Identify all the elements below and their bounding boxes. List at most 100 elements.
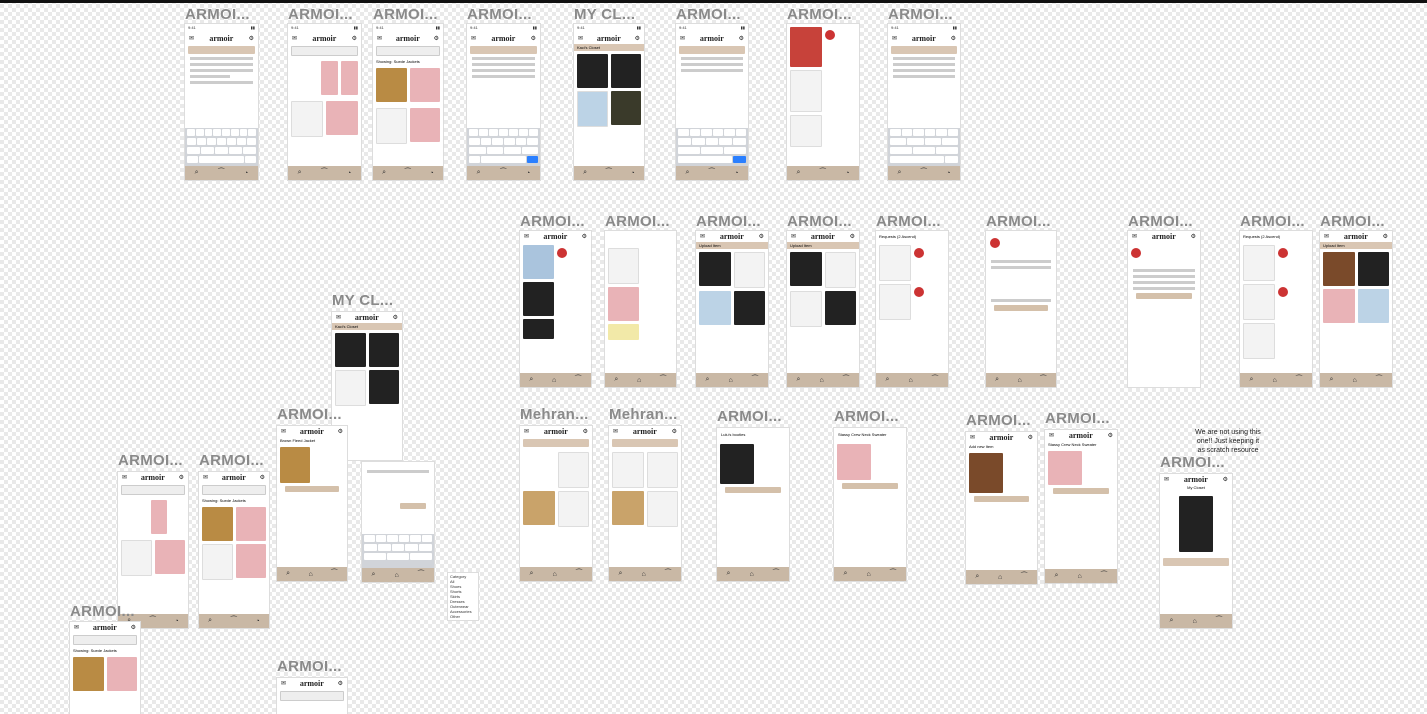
closet-icon[interactable]: ⌂ xyxy=(998,574,1002,581)
search-icon[interactable]: ⌕ xyxy=(898,169,902,177)
search-icon[interactable]: ⌕ xyxy=(1055,572,1059,580)
hanger-icon[interactable]: ⏜ xyxy=(773,570,780,578)
hanger-icon[interactable]: ⏜ xyxy=(321,169,328,177)
hanger-icon[interactable]: ⏜ xyxy=(708,169,715,177)
search-icon[interactable]: ⌕ xyxy=(1170,617,1174,625)
search-icon[interactable]: ⌕ xyxy=(686,169,690,177)
search-icon[interactable]: ⌕ xyxy=(797,169,801,177)
closet-icon[interactable]: ⌂ xyxy=(1352,377,1356,384)
frame-label[interactable]: ARMOI... xyxy=(676,6,741,23)
closet-icon[interactable]: ⌂ xyxy=(308,571,312,578)
bell-icon[interactable]: ◔ xyxy=(244,170,248,177)
request-keyboard-screen[interactable]: ⌕ ⌂ ⏜ xyxy=(362,462,434,582)
frame-label[interactable]: ARMOI... xyxy=(717,408,782,425)
item-detail-screen-2[interactable]: Stassy Crew Neck Sweater ⌕ ⌂ ⏜ xyxy=(834,428,906,581)
closet-icon[interactable]: ⌂ xyxy=(552,377,556,384)
hanger-icon[interactable]: ⏜ xyxy=(230,617,237,625)
frame-label[interactable]: ARMOI... xyxy=(373,6,438,23)
profile-settings-screen-3[interactable]: 9:41 ▮▮ ✉ armoir ⚙ ⌕ ⏜ ◔ xyxy=(676,24,748,180)
bell-icon[interactable]: ◔ xyxy=(526,170,530,177)
bell-icon[interactable]: ◔ xyxy=(175,618,179,625)
add-item-screen[interactable]: ✉ armoir ⚙ Add new Item ⌕ ⌂ ⏜ xyxy=(966,432,1037,584)
hanger-icon[interactable]: ⏜ xyxy=(660,376,667,384)
frame-label[interactable]: ARMOI... xyxy=(467,6,532,23)
requests-screen-2[interactable]: Requests (2 Ascend) ⌕ ⌂ ⏜ xyxy=(1240,231,1312,387)
frame-label[interactable]: MY CL... xyxy=(574,6,635,23)
hanger-icon[interactable]: ⏜ xyxy=(819,169,826,177)
frame-label[interactable]: ARMOI... xyxy=(199,452,264,469)
search-category-screen[interactable]: 9:41 ▮▮ ✉ armoir ⚙ ⌕ ⏜ ◔ xyxy=(288,24,361,180)
bell-icon[interactable]: ◔ xyxy=(845,170,849,177)
bell-icon[interactable]: ◔ xyxy=(734,170,738,177)
bell-icon[interactable]: ◔ xyxy=(631,170,635,177)
closet-icon[interactable]: ⌂ xyxy=(728,377,732,384)
calendar-screen[interactable]: ✉ armoir ⚙ xyxy=(1128,231,1200,387)
frame-label[interactable]: ARMOI... xyxy=(834,408,899,425)
user-profile-screen-2[interactable]: ✉ armoir ⚙ ⌕ ⌂ ⏜ xyxy=(609,426,681,581)
closet-icon[interactable]: ⌂ xyxy=(908,377,912,384)
hanger-icon[interactable]: ⏜ xyxy=(500,169,507,177)
my-closet-scratch-screen[interactable]: ✉ armoir ⚙ My Closet ⌕ ⌂ ⏜ xyxy=(1160,474,1232,628)
closet-icon[interactable]: ⌂ xyxy=(819,377,823,384)
message-screen[interactable]: ⌕ ⌂ ⏜ xyxy=(986,231,1056,387)
hanger-icon[interactable]: ⏜ xyxy=(932,376,939,384)
frame-label[interactable]: ARMOI... xyxy=(1128,213,1193,230)
hanger-icon[interactable]: ⏜ xyxy=(890,570,897,578)
search-icon[interactable]: ⌕ xyxy=(372,571,376,579)
search-screen-bottom-2[interactable]: ✉ armoir ⚙ xyxy=(277,678,347,714)
search-icon[interactable]: ⌕ xyxy=(195,169,199,177)
bottom-nav[interactable]: ⌕ ⏜ ◔ xyxy=(185,166,258,180)
frame-label[interactable]: ARMOI... xyxy=(787,6,852,23)
search-icon[interactable]: ⌕ xyxy=(1330,376,1334,384)
profile-settings-screen-4[interactable]: 9:41 ▮▮ ✉ armoir ⚙ ⌕ ⏜ ◔ xyxy=(888,24,960,180)
purchase-online-button[interactable] xyxy=(842,483,898,489)
suede-jackets-screen[interactable]: 9:41 ▮▮ ✉ armoir ⚙ Showing: Suede Jackets ⌕… xyxy=(373,24,443,180)
closet-icon[interactable]: ⌂ xyxy=(552,571,556,578)
frame-label[interactable]: Mehran... xyxy=(609,406,678,423)
item-detail-screen[interactable]: Lulu's booties ⌕ ⌂ ⏜ xyxy=(717,428,789,581)
closet-dropdown-screen[interactable]: ✉ armoir ⚙ Upload Item ⌕ ⌂ ⏜ xyxy=(787,231,859,387)
closet-icon[interactable]: ⌂ xyxy=(394,572,398,579)
upload-button[interactable]: Upload Item xyxy=(1320,242,1392,249)
hanger-icon[interactable]: ⏜ xyxy=(920,169,927,177)
search-icon[interactable]: ⌕ xyxy=(529,376,533,384)
dropdown-option[interactable]: Other xyxy=(450,614,476,619)
my-closet-screen[interactable]: 9:41 ▮▮ ✉ armoir ⚙ Kaci's Closet ⌕ ⏜ ◔ xyxy=(574,24,644,180)
frame-label[interactable]: ARMOI... xyxy=(986,213,1051,230)
hanger-icon[interactable]: ⏜ xyxy=(665,570,672,578)
frame-label[interactable]: Mehran... xyxy=(520,406,589,423)
frame-label[interactable]: ARMOI... xyxy=(888,6,953,23)
hanger-icon[interactable]: ⏜ xyxy=(1216,617,1223,625)
closet-icon[interactable]: ⌂ xyxy=(749,571,753,578)
frame-label[interactable]: ARMOI... xyxy=(520,213,585,230)
search-icon[interactable]: ⌕ xyxy=(583,169,587,177)
frame-label[interactable]: ARMOI... xyxy=(696,213,761,230)
frame-label[interactable]: ARMOI... xyxy=(1240,213,1305,230)
frame-label[interactable]: ARMOI... xyxy=(787,213,852,230)
profile-settings-screen-2[interactable]: 9:41 ▮▮ ✉ armoir ⚙ ⌕ ⏜ ◔ xyxy=(467,24,540,180)
bell-icon[interactable]: ◔ xyxy=(430,170,434,177)
frame-label[interactable]: ARMOI... xyxy=(277,406,342,423)
search-icon[interactable]: ⌕ xyxy=(727,570,731,578)
search-icon[interactable]: ⌕ xyxy=(975,573,979,581)
search-icon[interactable]: ⌕ xyxy=(619,570,623,578)
hanger-icon[interactable]: ⏜ xyxy=(752,376,759,384)
hanger-icon[interactable]: ⏜ xyxy=(1021,573,1028,581)
closet-icon[interactable]: ⌂ xyxy=(1017,377,1021,384)
search-icon[interactable]: ⌕ xyxy=(844,570,848,578)
upload-button[interactable]: Upload Item xyxy=(787,242,859,249)
frame-label[interactable]: ARMOI... xyxy=(1045,410,1110,427)
search-icon[interactable]: ⌕ xyxy=(706,376,710,384)
upload-button[interactable]: Upload Item xyxy=(696,242,768,249)
frame-label[interactable]: ARMOI... xyxy=(1160,454,1225,471)
hanger-icon[interactable]: ⏜ xyxy=(1101,572,1108,580)
closet-icon[interactable]: ⌂ xyxy=(637,377,641,384)
search-icon[interactable]: ⌕ xyxy=(298,169,302,177)
category-dropdown[interactable]: Category All Shoes Shorts Skirts Dresses… xyxy=(447,572,479,621)
frame-label[interactable]: MY CL... xyxy=(332,292,393,309)
search-icon[interactable]: ⌕ xyxy=(886,376,890,384)
frame-label[interactable]: ARMOI... xyxy=(118,452,183,469)
frame-label[interactable]: ARMOI... xyxy=(876,213,941,230)
frame-label[interactable]: ARMOI... xyxy=(70,603,135,620)
activity-feed-screen[interactable]: ✉ armoir ⚙ ⌕ ⌂ ⏜ xyxy=(520,231,591,387)
